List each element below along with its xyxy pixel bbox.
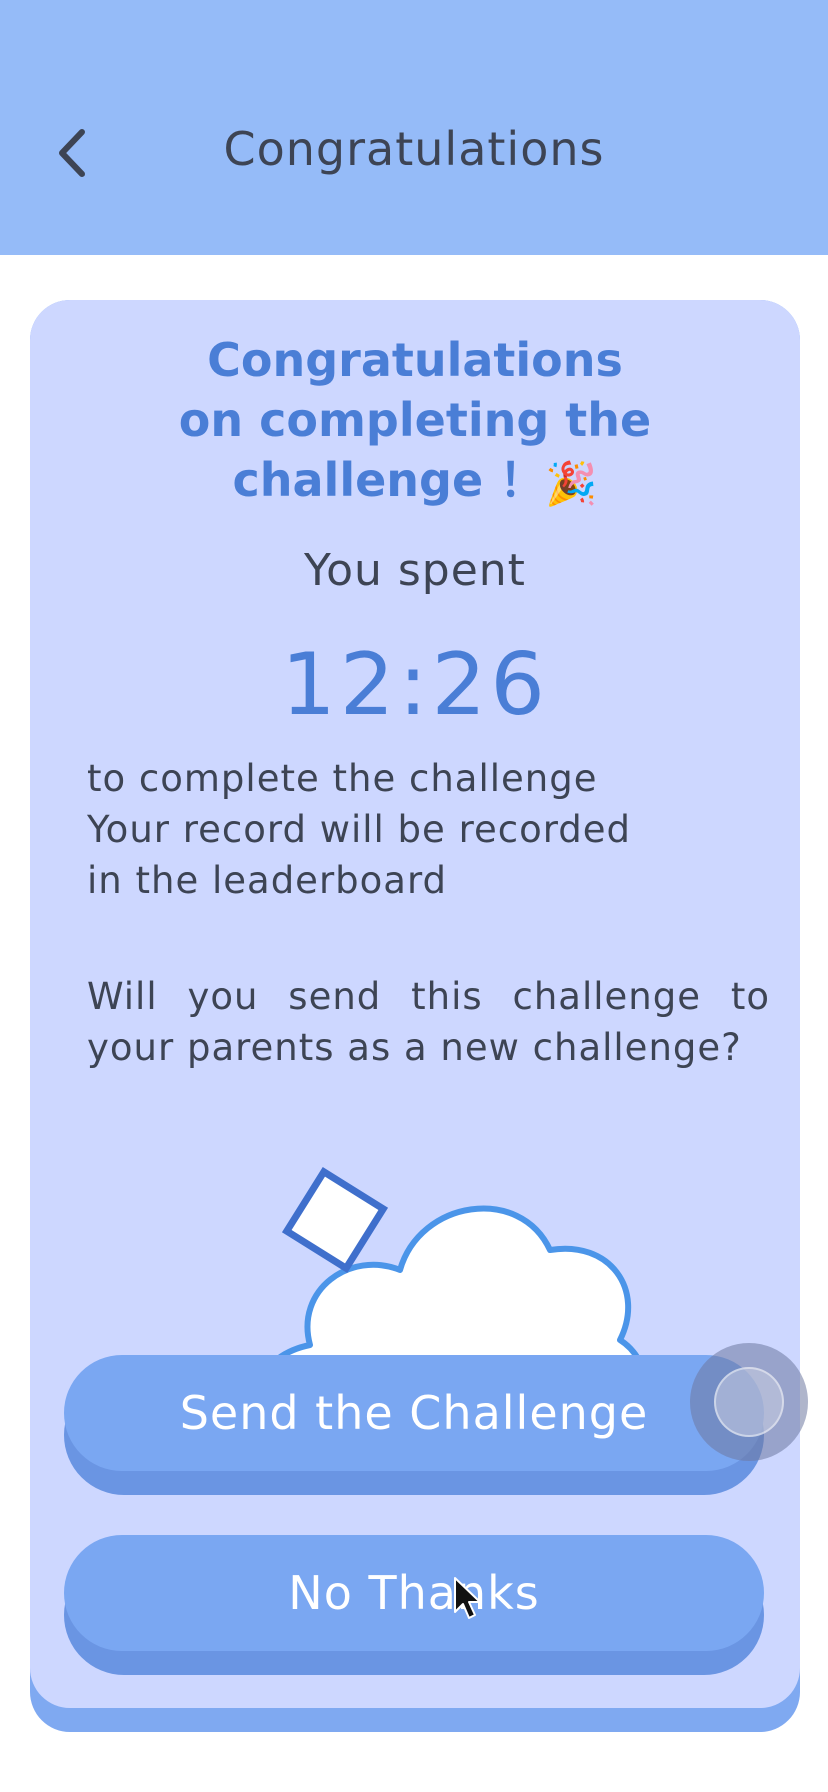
mouse-cursor-icon [454, 1577, 481, 1619]
touch-indicator [690, 1343, 808, 1461]
time-spent-value: 12:26 [281, 635, 549, 735]
headline-line-3-text: challenge ！ [232, 453, 546, 507]
send-challenge-label: Send the Challenge [179, 1386, 649, 1440]
headline-line-1: Congratulations [207, 333, 623, 387]
send-challenge-button[interactable]: Send the Challenge [64, 1355, 764, 1495]
no-thanks-button[interactable]: No Thanks [64, 1535, 764, 1675]
headline-line-3: challenge ！🎉 [90, 450, 740, 514]
record-message: to complete the challenge Your record wi… [87, 753, 767, 906]
top-app-bar: Congratulations [0, 0, 828, 255]
congratulations-card: Congratulations on completing the challe… [30, 300, 800, 1708]
headline-line-2: on completing the [178, 393, 652, 447]
touch-indicator-inner [714, 1367, 784, 1437]
congratulations-headline: Congratulations on completing the challe… [90, 330, 740, 514]
send-question: Will you send this challenge to your par… [87, 975, 770, 1069]
no-thanks-label: No Thanks [288, 1566, 540, 1620]
party-popper-icon: 🎉 [545, 458, 598, 508]
record-line-1: to complete the challenge [87, 757, 598, 800]
page-title: Congratulations [223, 122, 605, 176]
record-line-3: in the leaderboard [87, 859, 447, 902]
spent-label: You spent [304, 545, 526, 596]
record-line-2: Your record will be recorded [87, 808, 632, 851]
